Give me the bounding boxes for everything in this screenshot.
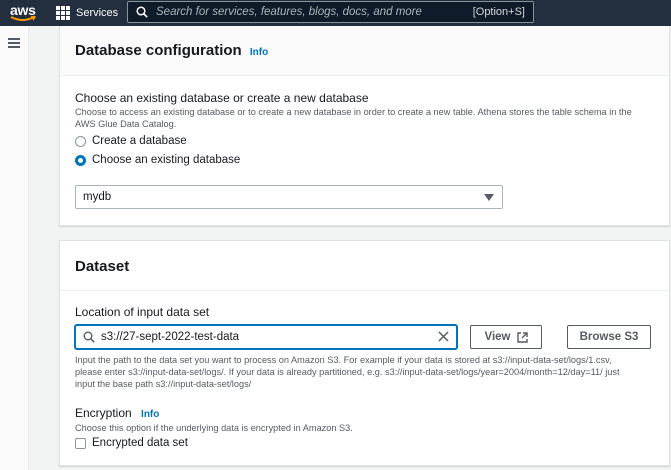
apps-grid-icon xyxy=(56,6,70,20)
encrypted-data-set-label: Encrypted data set xyxy=(92,437,188,449)
aws-smile-icon xyxy=(10,16,36,21)
caret-down-icon xyxy=(484,194,494,201)
choose-database-description-line-2: AWS Glue Data Catalog. xyxy=(75,119,177,129)
database-select-value: mydb xyxy=(83,191,112,203)
encryption-info-link[interactable]: Info xyxy=(141,409,159,420)
search-icon xyxy=(136,6,148,18)
database-configuration-title: Database configuration xyxy=(75,42,242,59)
encrypted-data-set-checkbox[interactable] xyxy=(75,437,86,449)
encrypted-data-set-checkbox-row[interactable]: Encrypted data set xyxy=(75,437,188,449)
services-menu-button[interactable]: Services xyxy=(56,0,118,26)
encryption-label: Encryption xyxy=(75,406,132,420)
location-description-line-2: please enter s3://input-data-set/logs/. … xyxy=(75,367,620,377)
database-configuration-info-link[interactable]: Info xyxy=(250,47,268,58)
s3-location-input[interactable]: s3://27-sept-2022-test-data xyxy=(75,325,457,349)
left-navigation-rail xyxy=(0,26,29,470)
s3-location-value: s3://27-sept-2022-test-data xyxy=(101,331,240,343)
search-shortcut-hint: [Option+S] xyxy=(472,6,525,18)
database-configuration-header: Database configuration Info xyxy=(60,26,669,76)
external-link-icon xyxy=(516,331,528,343)
database-configuration-title-row: Database configuration Info xyxy=(75,42,268,59)
dataset-header: Dataset xyxy=(60,241,669,291)
encryption-description: Choose this option if the underlying dat… xyxy=(75,423,353,433)
location-input-label: Location of input data set xyxy=(75,305,210,319)
radio-choose-existing-database-label: Choose an existing database xyxy=(92,154,241,166)
dataset-panel: Dataset Location of input data set s3://… xyxy=(59,240,670,466)
radio-choose-existing-database[interactable]: Choose an existing database xyxy=(75,154,240,166)
dataset-title: Dataset xyxy=(75,258,130,275)
database-select[interactable]: mydb xyxy=(75,185,503,209)
choose-database-label: Choose an existing database or create a … xyxy=(75,91,369,105)
search-icon xyxy=(83,331,95,343)
global-search-input[interactable]: Search for services, features, blogs, do… xyxy=(127,1,534,23)
top-navigation-bar: aws Services Search for services, featur… xyxy=(0,0,671,26)
search-placeholder: Search for services, features, blogs, do… xyxy=(156,6,422,18)
location-description-line-1: Input the path to the data set you want … xyxy=(75,355,612,365)
encryption-label-row: Encryption Info xyxy=(75,406,159,420)
clear-icon[interactable] xyxy=(438,331,449,342)
view-button-label: View xyxy=(484,331,511,343)
browse-s3-button[interactable]: Browse S3 xyxy=(567,325,651,349)
choose-database-description-line-1: Choose to access an existing database or… xyxy=(75,107,632,117)
menu-icon[interactable] xyxy=(8,38,20,48)
radio-button[interactable] xyxy=(75,135,86,147)
radio-create-database-label: Create a database xyxy=(92,135,187,147)
services-label: Services xyxy=(76,7,119,19)
radio-create-database[interactable]: Create a database xyxy=(75,135,187,147)
aws-logo[interactable]: aws xyxy=(10,2,40,24)
location-description-line-3: input the base path s3://input-data-set/… xyxy=(75,379,252,389)
radio-button-selected[interactable] xyxy=(75,154,86,166)
database-configuration-panel: Database configuration Info Choose an ex… xyxy=(59,26,670,226)
view-button[interactable]: View xyxy=(470,325,542,349)
